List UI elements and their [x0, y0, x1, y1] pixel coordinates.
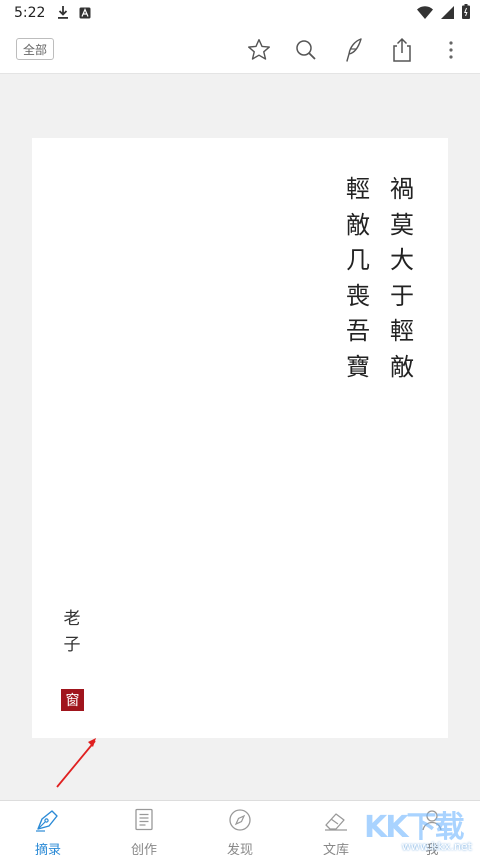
poem-column-left: 輕 敵 几 喪 吾 寶 — [346, 175, 370, 381]
nav-item-discover[interactable]: 发现 — [192, 801, 288, 855]
author-name: 老 子 — [63, 609, 81, 655]
annotation-arrow-icon — [56, 738, 96, 788]
status-time: 5:22 — [14, 5, 46, 21]
nav-label-library: 文库 — [322, 843, 349, 855]
feather-pen-icon[interactable] — [340, 36, 368, 64]
nav-label-excerpt: 摘录 — [34, 843, 61, 855]
compass-icon — [228, 808, 252, 836]
download-icon — [57, 4, 69, 23]
nav-label-me: 我 — [425, 843, 439, 855]
signal-icon — [441, 4, 454, 23]
a-badge-icon — [79, 4, 91, 23]
more-vert-icon[interactable] — [437, 36, 465, 64]
nav-item-create[interactable]: 创作 — [96, 801, 192, 855]
pen-nib-icon — [35, 808, 61, 836]
nav-item-library[interactable]: 文库 — [288, 801, 384, 855]
nav-item-me[interactable]: 我 — [384, 801, 480, 855]
filter-all-button[interactable]: 全部 — [16, 38, 54, 60]
search-icon[interactable] — [292, 36, 320, 64]
battery-icon — [462, 3, 470, 23]
eraser-icon — [322, 808, 350, 836]
star-icon[interactable] — [245, 36, 273, 64]
document-icon — [133, 808, 155, 836]
poem-column-right: 禍 莫 大 于 輕 敵 — [390, 175, 414, 381]
status-bar: 5:22 — [0, 0, 480, 26]
share-icon[interactable] — [388, 36, 416, 64]
nav-label-create: 创作 — [130, 843, 157, 855]
quote-card[interactable]: 禍 莫 大 于 輕 敵 輕 敵 几 喪 吾 寶 老 子 窗 — [32, 138, 448, 738]
bottom-nav: 摘录 创作 发现 文库 我 — [0, 800, 480, 855]
nav-label-discover: 发现 — [226, 843, 253, 855]
person-icon — [420, 808, 444, 836]
seal-stamp: 窗 — [61, 689, 84, 711]
toolbar: 全部 — [0, 26, 480, 74]
wifi-icon — [417, 4, 433, 23]
nav-item-excerpt[interactable]: 摘录 — [0, 801, 96, 855]
